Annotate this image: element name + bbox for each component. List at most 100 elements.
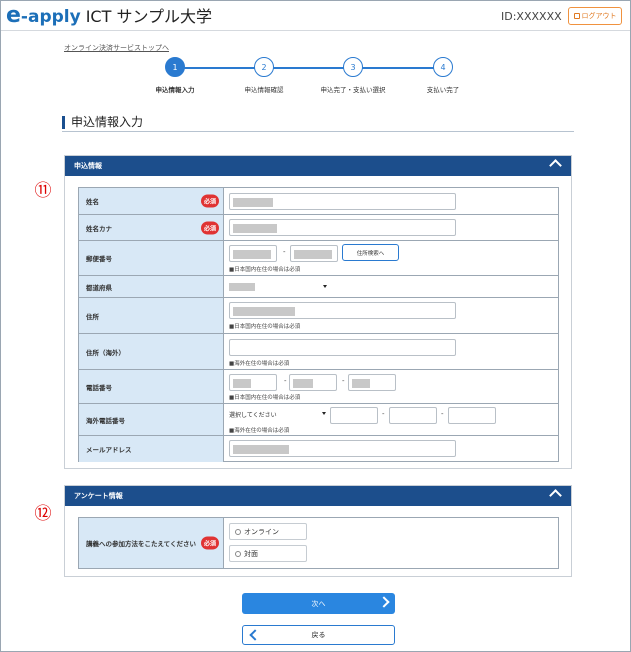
value-email [225,436,558,462]
value-postal: - 住所検索へ ■日本国内在住の場合は必須 [225,241,558,275]
phone-3-input[interactable] [348,374,396,391]
survey-panel-title: アンケート情報 [74,492,123,500]
label-overseas-phone: 海外電話番号 [79,404,224,435]
step-4-label: 支払い完了 [426,86,460,94]
phone-1-input[interactable] [229,374,277,391]
collapse-chevron-icon[interactable] [549,489,562,502]
breadcrumb-link[interactable]: オンライン決済サービストップへ [64,43,169,53]
name-input[interactable] [229,193,456,210]
step-4-circle: 4 [433,57,453,77]
applicant-table: 姓名 必須 姓名カナ必須 郵便番号 - 住所検索へ ■日本国内在住の場合は必須 [78,187,559,462]
required-badge: 必須 [200,536,219,550]
address-input[interactable] [229,302,456,319]
label-email-text: メールアドレス [86,446,132,454]
survey-panel-header[interactable]: アンケート情報 [65,486,571,506]
phone-3-value [352,379,370,388]
survey-panel: アンケート情報 講義への参加方法をこたえてください 必須 オンライン 対面 [64,485,572,577]
back-button-label: 戻る [311,631,326,639]
name-input-value [233,198,273,207]
radio-in-person[interactable]: 対面 [229,545,307,562]
label-address-overseas-text: 住所（海外） [86,348,125,357]
row-name-kana: 姓名カナ 必須 [79,215,558,241]
postal-1-value [233,250,271,259]
logout-button[interactable]: ログアウト [568,7,622,25]
address-search-button[interactable]: 住所検索へ [342,244,399,261]
university-name: ICT サンプル大学 [85,7,212,26]
overseas-dash-2: - [441,410,444,418]
back-button[interactable]: 戻る [242,625,395,645]
phone-note: ■日本国内在住の場合は必須 [229,395,301,401]
overseas-phone-2-input[interactable] [389,407,437,424]
phone-2-input[interactable] [289,374,337,391]
label-phone-text: 電話番号 [86,383,112,392]
phone-2-value [293,379,313,388]
address-overseas-input[interactable] [229,339,456,356]
label-address-overseas: 住所（海外） [79,334,224,369]
label-name-kana: 姓名カナ 必須 [79,215,224,240]
chevron-right-icon [378,596,390,608]
radio-online-label: オンライン [244,527,279,536]
overseas-phone-1-input[interactable] [330,407,378,424]
label-prefecture-text: 都道府県 [86,283,112,292]
row-address-overseas: 住所（海外） ■海外在住の場合は必須 [79,334,558,370]
next-button[interactable]: 次へ [242,593,395,614]
value-address: ■日本国内在住の場合は必須 [225,298,558,333]
email-input[interactable] [229,440,456,457]
address-input-value [233,307,295,316]
value-phone: - - ■日本国内在住の場合は必須 [225,370,558,403]
page-title: 申込情報入力 [62,116,143,129]
name-kana-input[interactable] [229,219,456,236]
label-email: メールアドレス [79,436,224,462]
step-3-label: 申込完了・支払い選択 [320,86,386,94]
step-2-circle: 2 [254,57,274,77]
phone-dash-2: - [342,377,345,385]
label-overseas-phone-text: 海外電話番号 [86,416,125,425]
phone-dash-1: - [284,377,287,385]
radio-online[interactable]: オンライン [229,523,307,540]
value-overseas-phone: 選択してください - - ■海外在住の場合は必須 [225,404,558,435]
annotation-12: ⑫ [34,504,52,524]
radio-circle-icon [235,550,241,557]
postal-code-2-input[interactable] [290,245,338,262]
name-kana-input-value [233,224,277,233]
row-postal: 郵便番号 - 住所検索へ ■日本国内在住の場合は必須 [79,241,558,276]
label-postal-text: 郵便番号 [86,255,112,263]
label-phone: 電話番号 [79,370,224,403]
postal-note: ■日本国内在住の場合は必須 [229,267,301,273]
collapse-chevron-icon[interactable] [549,159,562,172]
value-name-kana [225,215,558,240]
label-address: 住所 [79,298,224,333]
step-3-circle: 3 [343,57,363,77]
radio-in-person-label: 対面 [244,549,258,558]
address-overseas-note: ■海外在住の場合は必須 [229,361,290,367]
country-code-select[interactable]: 選択してください [229,407,328,421]
step-2-label: 申込情報確認 [244,86,284,94]
applicant-panel-header[interactable]: 申込情報 [65,156,571,176]
label-name-kana-text: 姓名カナ [86,224,112,233]
step-1-circle: 1 [165,57,185,77]
applicant-panel: 申込情報 姓名 必須 姓名カナ 必須 郵便番号 - 住所検索へ ■日本国内在住の… [64,155,572,469]
label-name-text: 姓名 [86,198,99,206]
prefecture-select[interactable] [229,280,329,294]
value-address-overseas: ■海外在住の場合は必須 [225,334,558,369]
email-input-value [233,445,289,454]
next-button-label: 次へ [311,599,326,608]
postal-code-1-input[interactable] [229,245,277,262]
value-survey: オンライン 対面 [225,518,558,568]
header: e -apply ICT サンプル大学 ID:XXXXXX ログアウト [1,1,630,31]
required-badge: 必須 [200,194,219,208]
chevron-left-icon [249,629,261,641]
dropdown-arrow-icon [322,412,326,415]
label-name: 姓名 必須 [79,188,224,214]
row-overseas-phone: 海外電話番号 選択してください - - ■海外在住の場合は必須 [79,404,558,436]
phone-1-value [233,379,251,388]
logout-icon [573,13,580,19]
row-name: 姓名 必須 [79,188,558,215]
row-address: 住所 ■日本国内在住の場合は必須 [79,298,558,334]
overseas-phone-3-input[interactable] [448,407,496,424]
value-prefecture [225,276,558,297]
address-note: ■日本国内在住の場合は必須 [229,324,301,330]
step-1-label: 申込情報入力 [155,86,195,94]
value-name [225,188,558,214]
label-prefecture: 都道府県 [79,276,224,297]
